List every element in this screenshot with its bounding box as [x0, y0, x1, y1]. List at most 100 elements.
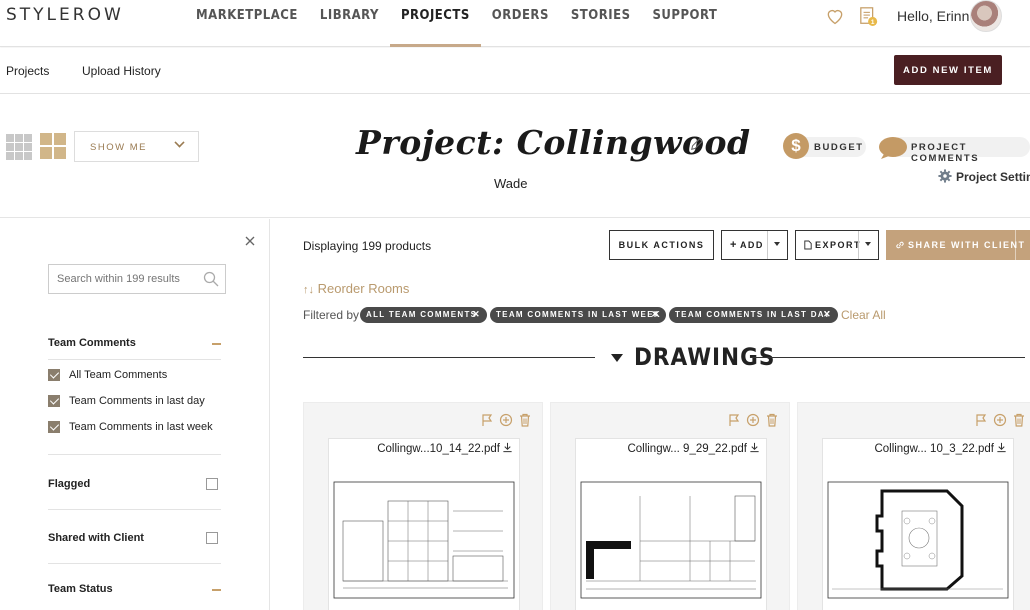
small-grid-view-icon[interactable] [6, 134, 32, 160]
product-card[interactable]: Collingw...10_14_22.pdf [303, 402, 543, 610]
flag-icon[interactable] [974, 413, 988, 427]
checkbox-checked[interactable] [48, 395, 60, 407]
filter-sidebar: Team Comments All Team Comments Team Com… [6, 219, 270, 610]
budget-label: BUDGET [814, 142, 864, 153]
download-icon[interactable] [502, 442, 513, 453]
search-input[interactable] [48, 264, 226, 294]
chevron-down-icon [174, 137, 185, 148]
nav-library[interactable]: LIBRARY [309, 0, 390, 47]
show-me-label: SHOW ME [90, 142, 147, 153]
product-card[interactable]: Collingw... 10_3_22.pdf [797, 402, 1030, 610]
filename-label: Collingw... 10_3_22.pdf [874, 443, 994, 455]
top-nav: STYLEROW MARKETPLACE LIBRARY PROJECTS OR… [0, 0, 1030, 47]
add-circle-icon[interactable] [746, 413, 760, 427]
show-me-dropdown[interactable]: SHOW ME [74, 131, 199, 162]
export-button[interactable]: EXPORT [795, 230, 879, 260]
filter-team-comments-last-day[interactable]: Team Comments in last day [48, 395, 205, 407]
checkbox-checked[interactable] [48, 421, 60, 433]
sub-nav: Projects Upload History ADD NEW ITEM [0, 48, 1030, 94]
close-icon[interactable]: ✕ [651, 309, 660, 320]
card-preview[interactable]: Collingw... 10_3_22.pdf [822, 438, 1014, 610]
collapse-minus-icon[interactable] [212, 343, 221, 345]
dollar-icon[interactable]: $ [783, 133, 809, 159]
checkbox-checked[interactable] [48, 369, 60, 381]
shared-with-client-checkbox[interactable] [206, 532, 218, 544]
clear-all-link[interactable]: Clear All [841, 308, 886, 322]
clipboard-icon[interactable]: 1 [859, 5, 879, 27]
filename-label: Collingw...10_14_22.pdf [377, 443, 500, 455]
nav-support[interactable]: SUPPORT [642, 0, 729, 47]
product-count: Displaying 199 products [303, 239, 432, 253]
close-icon[interactable] [243, 234, 257, 248]
trash-icon[interactable] [518, 413, 532, 427]
user-greeting[interactable]: Hello, Erinn [897, 8, 969, 24]
divider [750, 357, 1025, 358]
product-area: Displaying 199 products BULK ACTIONS + AD… [270, 219, 1030, 610]
project-settings-link[interactable]: Project Settin [938, 169, 1030, 184]
upload-history-link[interactable]: Upload History [82, 64, 161, 78]
add-circle-icon[interactable] [993, 413, 1007, 427]
large-grid-view-icon[interactable] [40, 133, 66, 159]
nav-marketplace[interactable]: MARKETPLACE [185, 0, 309, 47]
reorder-rooms-link[interactable]: ↑↓ Reorder Rooms [303, 281, 409, 296]
card-filename[interactable]: Collingw...10_14_22.pdf [377, 442, 513, 455]
trash-icon[interactable] [1012, 413, 1026, 427]
gear-icon [938, 169, 952, 183]
reorder-rooms-label: Reorder Rooms [317, 281, 410, 296]
divider [1015, 230, 1016, 260]
download-icon[interactable] [749, 442, 760, 453]
logo[interactable]: STYLEROW [6, 5, 124, 25]
project-comments-label: PROJECT COMMENTS [911, 142, 980, 164]
filename-label: Collingw... 9_29_22.pdf [627, 443, 747, 455]
pencil-icon[interactable] [690, 137, 704, 151]
team-comments-heading[interactable]: Team Comments [48, 337, 136, 349]
flag-icon[interactable] [480, 413, 494, 427]
heart-icon[interactable] [825, 6, 845, 26]
divider [48, 563, 221, 564]
flagged-checkbox[interactable] [206, 478, 218, 490]
filter-chip[interactable]: ALL TEAM COMMENTS ✕ [360, 307, 487, 323]
project-comments-button[interactable]: PROJECT COMMENTS [890, 137, 1030, 164]
filter-chip-label: TEAM COMMENTS IN LAST WEEK [496, 310, 661, 319]
filter-team-comments-last-week[interactable]: Team Comments in last week [48, 421, 213, 433]
nav-stories[interactable]: STORIES [560, 0, 642, 47]
filter-chip-label: ALL TEAM COMMENTS [366, 310, 478, 319]
project-client: Wade [494, 176, 528, 191]
share-with-client-button[interactable]: SHARE WITH CLIENT [886, 230, 1030, 260]
filtered-by-label: Filtered by [303, 308, 360, 322]
link-icon [896, 241, 904, 249]
collapse-triangle-icon[interactable] [611, 354, 623, 362]
card-filename[interactable]: Collingw... 9_29_22.pdf [627, 442, 760, 455]
card-preview[interactable]: Collingw...10_14_22.pdf [328, 438, 520, 610]
filter-all-team-comments[interactable]: All Team Comments [48, 369, 167, 381]
add-circle-icon[interactable] [499, 413, 513, 427]
cart-badge: 1 [871, 19, 875, 26]
divider [48, 454, 221, 455]
flag-icon[interactable] [727, 413, 741, 427]
card-preview[interactable]: Collingw... 9_29_22.pdf [575, 438, 767, 610]
caret-down-icon[interactable] [767, 231, 787, 259]
download-icon[interactable] [996, 442, 1007, 453]
projects-link[interactable]: Projects [6, 64, 49, 78]
close-icon[interactable]: ✕ [472, 309, 481, 320]
comment-bubble-icon[interactable] [878, 136, 908, 160]
caret-down-icon[interactable] [858, 231, 878, 259]
product-card[interactable]: Collingw... 9_29_22.pdf [550, 402, 790, 610]
search-icon[interactable] [203, 271, 219, 287]
filter-chip[interactable]: TEAM COMMENTS IN LAST WEEK ✕ [490, 307, 666, 323]
nav-orders[interactable]: ORDERS [481, 0, 560, 47]
trash-icon[interactable] [765, 413, 779, 427]
avatar[interactable] [970, 0, 1002, 32]
add-label: ADD [739, 240, 764, 250]
team-status-heading[interactable]: Team Status [48, 583, 113, 595]
bulk-actions-button[interactable]: BULK ACTIONS [609, 230, 714, 260]
collapse-minus-icon[interactable] [212, 589, 221, 591]
close-icon[interactable]: ✕ [823, 309, 832, 320]
nav-projects[interactable]: PROJECTS [389, 0, 481, 47]
filter-chip[interactable]: TEAM COMMENTS IN LAST DAY ✕ [669, 307, 838, 323]
filter-label: Team Comments in last week [69, 421, 213, 433]
card-actions [974, 413, 1026, 427]
add-new-item-button[interactable]: ADD NEW ITEM [894, 55, 1002, 85]
card-filename[interactable]: Collingw... 10_3_22.pdf [874, 442, 1007, 455]
add-button[interactable]: + ADD [721, 230, 788, 260]
